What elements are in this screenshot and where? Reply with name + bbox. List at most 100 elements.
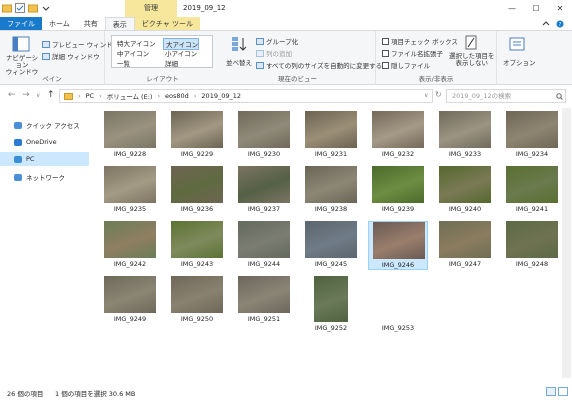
extensions-toggle[interactable]: ファイル名拡張子 bbox=[382, 48, 443, 58]
address-dropdown-chevron-icon[interactable]: ∨ bbox=[424, 92, 428, 99]
sort-button[interactable]: 並べ替え bbox=[226, 57, 252, 67]
file-thumbnail[interactable]: IMG_9237 bbox=[234, 166, 294, 213]
cloud-icon bbox=[14, 138, 22, 146]
dropdown-arrow-icon[interactable] bbox=[41, 3, 51, 13]
file-thumbnail[interactable]: IMG_9244 bbox=[234, 221, 294, 268]
minimize-button[interactable]: — bbox=[500, 0, 524, 17]
add-column-label: 列の追加 bbox=[266, 50, 292, 58]
file-thumbnail[interactable]: IMG_9239 bbox=[368, 166, 428, 213]
layout-option[interactable]: 小アイコン bbox=[163, 48, 197, 58]
refresh-icon[interactable]: ↻ bbox=[435, 90, 442, 99]
collapse-ribbon-icon[interactable] bbox=[542, 20, 550, 28]
item-checkbox-checkbox[interactable] bbox=[382, 37, 389, 45]
window-title: 2019_09_12 bbox=[183, 4, 226, 12]
context-tab-manage[interactable]: 管理 bbox=[125, 0, 177, 17]
hidden-files-checkbox[interactable] bbox=[382, 61, 389, 69]
photo-preview bbox=[238, 276, 290, 313]
layout-option[interactable]: 一覧 bbox=[115, 58, 130, 68]
breadcrumb-item[interactable]: 2019_09_12 bbox=[201, 92, 241, 100]
search-input[interactable]: 2019_09_12の検索 bbox=[446, 89, 566, 103]
breadcrumb-separator-icon[interactable]: › bbox=[157, 92, 160, 100]
layout-option[interactable]: 中アイコン bbox=[115, 48, 149, 58]
breadcrumb-item[interactable]: PC bbox=[86, 92, 94, 100]
file-thumbnail[interactable]: IMG_9232 bbox=[368, 111, 428, 158]
file-thumbnail[interactable]: IMG_9252 bbox=[301, 276, 361, 332]
file-name: IMG_9233 bbox=[448, 150, 482, 158]
tab-2[interactable]: 共有 bbox=[77, 17, 105, 30]
file-thumbnail[interactable]: IMG_9249 bbox=[100, 276, 160, 323]
file-thumbnail[interactable]: IMG_9240 bbox=[435, 166, 495, 213]
tab-3[interactable]: 表示 bbox=[104, 17, 135, 30]
file-thumbnail[interactable]: IMG_9248 bbox=[502, 221, 562, 268]
file-thumbnail[interactable]: IMG_9241 bbox=[502, 166, 562, 213]
photo-preview bbox=[373, 222, 425, 259]
photo-preview bbox=[305, 166, 357, 203]
layout-option[interactable]: 特大アイコン bbox=[115, 38, 156, 48]
file-thumbnail[interactable]: IMG_9242 bbox=[100, 221, 160, 268]
fit-columns-button[interactable]: すべての列のサイズを自動的に変更する bbox=[256, 60, 382, 70]
breadcrumb-item[interactable]: eos80d bbox=[165, 92, 189, 100]
maximize-button[interactable]: ☐ bbox=[524, 0, 548, 17]
options-group: オプション bbox=[497, 31, 537, 85]
file-thumbnail[interactable]: IMG_9236 bbox=[167, 166, 227, 213]
recent-locations-chevron-icon[interactable]: ∨ bbox=[36, 92, 40, 99]
nav-item-3[interactable]: ネットワーク bbox=[0, 170, 89, 184]
hidden-files-toggle[interactable]: 隠しファイル bbox=[382, 60, 430, 70]
breadcrumb-separator-icon[interactable]: › bbox=[194, 92, 197, 100]
file-thumbnail[interactable]: IMG_9234 bbox=[502, 111, 562, 158]
up-arrow-icon[interactable]: ↑ bbox=[47, 90, 55, 100]
tab-0[interactable]: ファイル bbox=[0, 17, 42, 30]
file-thumbnail[interactable]: IMG_9233 bbox=[435, 111, 495, 158]
file-thumbnail[interactable]: IMG_9231 bbox=[301, 111, 361, 158]
hide-selected-button[interactable]: 選択した項目を 表示しない bbox=[449, 53, 495, 67]
large-icons-view-icon[interactable] bbox=[558, 387, 568, 396]
group-by-button[interactable]: グループ化 bbox=[256, 36, 298, 46]
file-thumbnail[interactable]: IMG_9253 bbox=[368, 276, 428, 332]
photo-preview bbox=[506, 221, 558, 258]
file-thumbnail[interactable]: IMG_9243 bbox=[167, 221, 227, 268]
tab-1[interactable]: ホーム bbox=[42, 17, 77, 30]
extensions-checkbox[interactable] bbox=[382, 49, 389, 57]
file-thumbnail[interactable]: IMG_9247 bbox=[435, 221, 495, 268]
item-checkbox-toggle[interactable]: 項目チェック ボックス bbox=[382, 36, 458, 46]
add-column-icon bbox=[256, 49, 264, 57]
photo-preview bbox=[238, 166, 290, 203]
layout-option[interactable]: 詳細 bbox=[163, 58, 178, 68]
address-bar[interactable]: › PC › ボリューム (E:) › eos80d › 2019_09_12 bbox=[59, 89, 433, 103]
options-button[interactable]: オプション bbox=[503, 57, 536, 67]
panes-group-label: ペイン bbox=[42, 75, 62, 83]
file-name: IMG_9234 bbox=[515, 150, 549, 158]
breadcrumb-item[interactable]: ボリューム (E:) bbox=[107, 91, 153, 101]
details-view-icon[interactable] bbox=[546, 387, 556, 396]
file-thumbnail[interactable]: IMG_9235 bbox=[100, 166, 160, 213]
file-thumbnail[interactable]: IMG_9250 bbox=[167, 276, 227, 323]
help-icon[interactable]: ? bbox=[556, 20, 564, 28]
file-thumbnail[interactable]: IMG_9228 bbox=[100, 111, 160, 158]
close-button[interactable]: ✕ bbox=[548, 0, 572, 17]
current-view-group: 並べ替え グループ化 列の追加 すべての列のサイズを自動的に変更する 現在のビュ… bbox=[220, 31, 382, 85]
file-thumbnail[interactable]: IMG_9230 bbox=[234, 111, 294, 158]
breadcrumb-separator-icon[interactable]: › bbox=[99, 92, 102, 100]
file-name: IMG_9251 bbox=[247, 315, 281, 323]
details-pane-button[interactable]: 詳細 ウィンドウ bbox=[42, 51, 100, 61]
nav-item-1[interactable]: OneDrive bbox=[0, 135, 89, 149]
vertical-scrollbar[interactable] bbox=[562, 108, 571, 378]
file-thumbnail[interactable]: IMG_9245 bbox=[301, 221, 361, 268]
file-thumbnail[interactable]: IMG_9246 bbox=[368, 221, 428, 270]
photo-preview bbox=[506, 166, 558, 203]
tab-4[interactable]: ピクチャ ツール bbox=[134, 17, 200, 30]
folder-icon[interactable] bbox=[2, 3, 12, 13]
new-folder-icon[interactable] bbox=[28, 3, 38, 13]
forward-arrow-icon[interactable]: → bbox=[22, 90, 30, 100]
file-thumbnail[interactable]: IMG_9238 bbox=[301, 166, 361, 213]
file-thumbnail[interactable]: IMG_9229 bbox=[167, 111, 227, 158]
network-icon bbox=[14, 173, 22, 181]
add-column-button[interactable]: 列の追加 bbox=[256, 48, 292, 58]
checkmark-icon[interactable] bbox=[15, 3, 25, 13]
nav-item-2[interactable]: PC bbox=[0, 152, 89, 166]
nav-item-0[interactable]: クイック アクセス bbox=[0, 118, 89, 132]
file-name: IMG_9248 bbox=[515, 260, 549, 268]
back-arrow-icon[interactable]: ← bbox=[8, 90, 16, 100]
breadcrumb-separator-icon[interactable]: › bbox=[78, 92, 81, 100]
file-thumbnail[interactable]: IMG_9251 bbox=[234, 276, 294, 323]
